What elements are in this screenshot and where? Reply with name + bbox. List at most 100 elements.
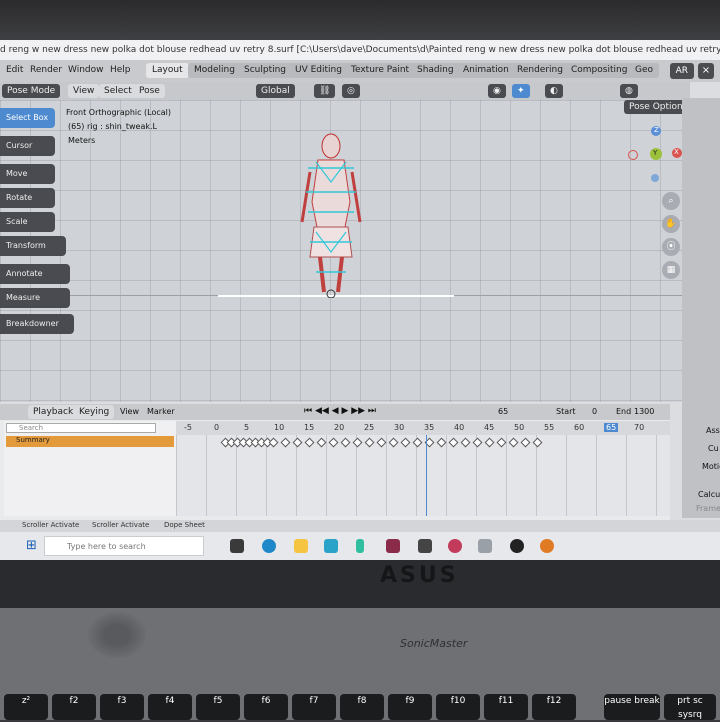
tool-select-box[interactable]: Select Box xyxy=(0,108,55,128)
key-f6[interactable]: f6 xyxy=(244,694,288,720)
key-f9[interactable]: f9 xyxy=(388,694,432,720)
keyframe-diamond[interactable] xyxy=(268,437,279,448)
keyframe-diamond[interactable] xyxy=(484,437,495,448)
tab-modeling[interactable]: Modeling xyxy=(188,63,241,78)
channel-search-input[interactable]: Search xyxy=(6,423,156,433)
overlay-icon[interactable]: ◐ xyxy=(545,84,563,98)
marker-menu[interactable]: Marker xyxy=(147,407,175,416)
store-icon[interactable] xyxy=(356,539,364,553)
current-frame-field[interactable]: 65 xyxy=(498,407,508,416)
menu-help[interactable]: Help xyxy=(110,65,131,75)
key-f7[interactable]: f7 xyxy=(292,694,336,720)
tool-rotate[interactable]: Rotate xyxy=(0,188,55,208)
keyframe-diamond[interactable] xyxy=(340,437,351,448)
tab-layout[interactable]: Layout xyxy=(146,63,189,78)
tool-scale[interactable]: Scale xyxy=(0,212,55,232)
key-f12[interactable]: f12 xyxy=(532,694,576,720)
keyframe-diamond[interactable] xyxy=(316,437,327,448)
gizmo-neg-z-icon[interactable] xyxy=(651,174,659,182)
frame-ruler[interactable]: -5 0 5 10 15 20 25 30 35 40 45 50 55 60 65 70 xyxy=(176,421,670,435)
close-icon[interactable]: × xyxy=(698,63,714,79)
key-pause[interactable]: pause break xyxy=(604,694,660,720)
keyframe-diamond[interactable] xyxy=(448,437,459,448)
keyframe-diamond[interactable] xyxy=(376,437,387,448)
end-value-field[interactable]: 1300 xyxy=(634,407,654,416)
keyframe-diamond[interactable] xyxy=(412,437,423,448)
tab-rendering[interactable]: Rendering xyxy=(511,63,569,78)
pan-hand-icon[interactable]: ✋ xyxy=(662,215,680,233)
zoom-icon[interactable]: ⌕ xyxy=(662,192,680,210)
file-explorer-icon[interactable] xyxy=(294,539,308,553)
keyframe-diamond[interactable] xyxy=(460,437,471,448)
gizmo-toggle-icon[interactable]: ✦ xyxy=(512,84,530,98)
key-f2[interactable]: f2 xyxy=(52,694,96,720)
timeline-view-menu[interactable]: View xyxy=(120,407,139,416)
keyframe-diamond[interactable] xyxy=(280,437,291,448)
transform-orientation-select[interactable]: Global xyxy=(256,84,295,98)
shading-mode-icon[interactable]: ◍ xyxy=(620,84,638,98)
playhead[interactable] xyxy=(426,435,427,516)
keyframe-diamond[interactable] xyxy=(388,437,399,448)
tool-breakdowner[interactable]: Breakdowner xyxy=(0,314,74,334)
view-menu[interactable]: View xyxy=(68,84,100,98)
keyframe-diamond[interactable] xyxy=(532,437,543,448)
keyframe-diamond[interactable] xyxy=(292,437,303,448)
keyframe-diamond[interactable] xyxy=(364,437,375,448)
tab-texture-paint[interactable]: Texture Paint xyxy=(345,63,416,78)
edge-icon[interactable] xyxy=(262,539,276,553)
menu-render[interactable]: Render xyxy=(30,65,62,75)
tool-app-icon[interactable] xyxy=(478,539,492,553)
menu-window[interactable]: Window xyxy=(68,65,104,75)
key-prtsc[interactable]: prt sc sysrq xyxy=(664,694,716,720)
mode-select[interactable]: Pose Mode xyxy=(2,84,61,98)
keyframe-diamond[interactable] xyxy=(520,437,531,448)
start-value-field[interactable]: 0 xyxy=(592,407,597,416)
summary-channel[interactable]: Summary xyxy=(6,436,174,447)
tool-cursor[interactable]: Cursor xyxy=(0,136,55,156)
gizmo-neg-x-icon[interactable] xyxy=(628,150,638,160)
keyframe-diamond[interactable] xyxy=(472,437,483,448)
select-menu[interactable]: Select xyxy=(99,84,137,98)
tool-measure[interactable]: Measure xyxy=(0,288,70,308)
keyframe-diamond[interactable] xyxy=(436,437,447,448)
menu-edit[interactable]: Edit xyxy=(6,65,23,75)
keyframe-diamond[interactable] xyxy=(328,437,339,448)
keyframe-diamond[interactable] xyxy=(352,437,363,448)
key-f3[interactable]: f3 xyxy=(100,694,144,720)
keyframe-diamond[interactable] xyxy=(400,437,411,448)
3d-viewport[interactable]: Front Orthographic (Local) (65) rig : sh… xyxy=(0,100,682,402)
scene-ar-button[interactable]: AR xyxy=(669,63,694,79)
key-f4[interactable]: f4 xyxy=(148,694,192,720)
tab-animation[interactable]: Animation xyxy=(457,63,515,78)
character-rig[interactable] xyxy=(296,132,366,298)
grid-view-icon[interactable]: ▦ xyxy=(662,261,680,279)
proportional-icon[interactable]: ◎ xyxy=(342,84,360,98)
tool-annotate[interactable]: Annotate xyxy=(0,264,70,284)
keyframe-area[interactable] xyxy=(176,435,670,516)
tab-sculpting[interactable]: Sculpting xyxy=(238,63,293,78)
tool-move[interactable]: Move xyxy=(0,164,55,184)
tab-uv-editing[interactable]: UV Editing xyxy=(289,63,348,78)
windows-start-icon[interactable]: ⊞ xyxy=(26,538,37,553)
mpc-icon[interactable] xyxy=(418,539,432,553)
security-icon[interactable] xyxy=(510,539,524,553)
tab-geometry[interactable]: Geo xyxy=(629,63,660,78)
task-view-icon[interactable] xyxy=(230,539,244,553)
key-f10[interactable]: f10 xyxy=(436,694,480,720)
tab-shading[interactable]: Shading xyxy=(411,63,460,78)
tool-transform[interactable]: Transform xyxy=(0,236,66,256)
blender-icon[interactable] xyxy=(540,539,554,553)
keyframe-diamond[interactable] xyxy=(496,437,507,448)
tab-compositing[interactable]: Compositing xyxy=(565,63,634,78)
browser-icon[interactable] xyxy=(448,539,462,553)
video-app-icon[interactable] xyxy=(324,539,338,553)
taskbar-search-input[interactable]: Type here to search xyxy=(44,536,204,556)
pose-menu[interactable]: Pose xyxy=(134,84,165,98)
keying-menu[interactable]: Keying xyxy=(74,405,115,419)
visibility-icon[interactable]: ◉ xyxy=(488,84,506,98)
playback-menu[interactable]: Playback xyxy=(28,405,79,419)
key-f8[interactable]: f8 xyxy=(340,694,384,720)
camera-icon[interactable]: ⦿ xyxy=(662,238,680,256)
key-f11[interactable]: f11 xyxy=(484,694,528,720)
key-f5[interactable]: f5 xyxy=(196,694,240,720)
